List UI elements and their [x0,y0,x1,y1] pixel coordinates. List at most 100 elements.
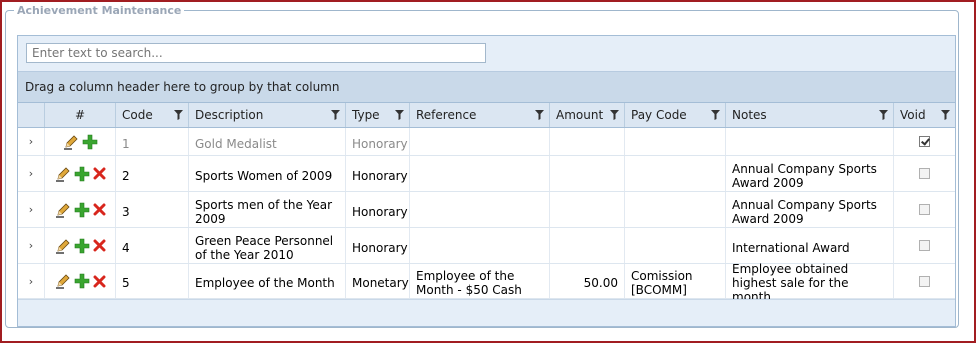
cell-code: 2 [116,156,189,191]
cell-code: 3 [116,192,189,227]
cell-void [894,192,955,227]
cell-amount [550,192,625,227]
header-notes-label: Notes [732,108,767,122]
cell-reference [410,128,550,155]
cell-code: 1 [116,128,189,155]
close-icon[interactable] [93,239,106,252]
filter-icon[interactable] [174,110,183,120]
cell-void [894,228,955,263]
chevron-right-icon[interactable]: › [18,264,45,298]
plus-icon[interactable] [82,134,98,150]
filter-icon[interactable] [941,110,950,120]
filter-icon[interactable] [395,110,404,120]
plus-icon[interactable] [74,202,90,218]
cell-pay-code [625,156,726,191]
chevron-right-icon[interactable]: › [18,156,45,191]
grid-header: # Code Description Type Reference Amount [18,102,955,128]
cell-type: Honorary [346,156,410,191]
void-checkbox[interactable] [919,275,930,287]
void-checkbox[interactable] [919,168,930,179]
void-checkbox[interactable] [919,240,930,251]
row-actions [45,228,116,263]
cell-description: Sports Women of 2009 [189,156,346,191]
cell-void [894,128,955,155]
plus-icon[interactable] [74,238,90,254]
cell-description: Employee of the Month [189,264,346,298]
cell-amount [550,128,625,155]
header-index[interactable]: # [45,103,116,127]
cell-notes: Annual Company Sports Award 2009 [726,192,894,227]
cell-pay-code [625,128,726,155]
cell-pay-code [625,228,726,263]
cell-notes: Annual Company Sports Award 2009 [726,156,894,191]
cell-amount: 50.00 [550,264,625,298]
filter-icon[interactable] [711,110,720,120]
header-expand-cell [18,103,45,127]
filter-icon[interactable] [610,110,619,120]
cell-description: Sports men of the Year 2009 [189,192,346,227]
pencil-icon[interactable] [55,166,71,182]
cell-type: Monetary [346,264,410,298]
filter-icon[interactable] [331,110,340,120]
header-void-label: Void [900,108,926,122]
cell-type: Honorary [346,228,410,263]
close-icon[interactable] [93,203,106,216]
cell-pay-code [625,192,726,227]
cell-description: Gold Medalist [189,128,346,155]
table-row[interactable]: › 5 Employee of the Month Monetary Employee … [18,262,955,304]
header-reference-label: Reference [416,108,477,122]
header-description[interactable]: Description [189,103,346,127]
pencil-icon[interactable] [55,273,71,289]
header-type-label: Type [352,108,380,122]
filter-icon[interactable] [879,110,888,120]
header-pay-code[interactable]: Pay Code [625,103,726,127]
void-checkbox[interactable] [919,204,930,215]
header-index-label: # [74,108,86,122]
panel-title: Achievement Maintenance [17,4,182,17]
header-amount-label: Amount [556,108,604,122]
header-type[interactable]: Type [346,103,410,127]
chevron-right-icon[interactable]: › [18,192,45,227]
cell-pay-code: Comission [BCOMM] [625,264,726,298]
header-code[interactable]: Code [116,103,189,127]
cell-type: Honorary [346,192,410,227]
close-icon[interactable] [93,275,106,288]
header-void[interactable]: Void [894,103,955,127]
void-checkbox[interactable] [919,136,930,147]
cell-reference [410,228,550,263]
cell-notes [726,128,894,155]
table-row[interactable]: › 1 Gold Medalist Honorary [18,128,955,156]
chevron-right-icon[interactable]: › [18,128,45,155]
row-actions [45,128,116,155]
table-row[interactable]: › 4 Green Peace Personnel of the Year 2010… [18,228,955,264]
row-actions [45,264,116,298]
cell-amount [550,228,625,263]
cell-type: Honorary [346,128,410,155]
cell-code: 4 [116,228,189,263]
pencil-icon[interactable] [55,238,71,254]
chevron-right-icon[interactable]: › [18,228,45,263]
row-actions [45,156,116,191]
table-row[interactable]: › 2 Sports Women of 2009 Honorary Annual Com… [18,156,955,192]
cell-reference [410,156,550,191]
table-row[interactable]: › 3 Sports men of the Year 2009 Honorary Ann… [18,192,955,228]
header-amount[interactable]: Amount [550,103,625,127]
row-actions [45,192,116,227]
header-pay-code-label: Pay Code [631,108,687,122]
cell-reference: Employee of the Month - $50 Cash [410,264,550,298]
filter-icon[interactable] [535,110,544,120]
plus-icon[interactable] [74,166,90,182]
grid-footer [18,299,955,326]
group-by-panel[interactable]: Drag a column header here to group by th… [18,71,955,102]
close-icon[interactable] [93,167,106,180]
search-input[interactable] [26,43,486,63]
search-bar [18,36,955,71]
cell-description: Green Peace Personnel of the Year 2010 [189,228,346,263]
cell-reference [410,192,550,227]
header-reference[interactable]: Reference [410,103,550,127]
plus-icon[interactable] [74,273,90,289]
pencil-icon[interactable] [63,134,79,150]
header-notes[interactable]: Notes [726,103,894,127]
cell-notes: Employee obtained highest sale for the m… [726,262,894,304]
pencil-icon[interactable] [55,202,71,218]
